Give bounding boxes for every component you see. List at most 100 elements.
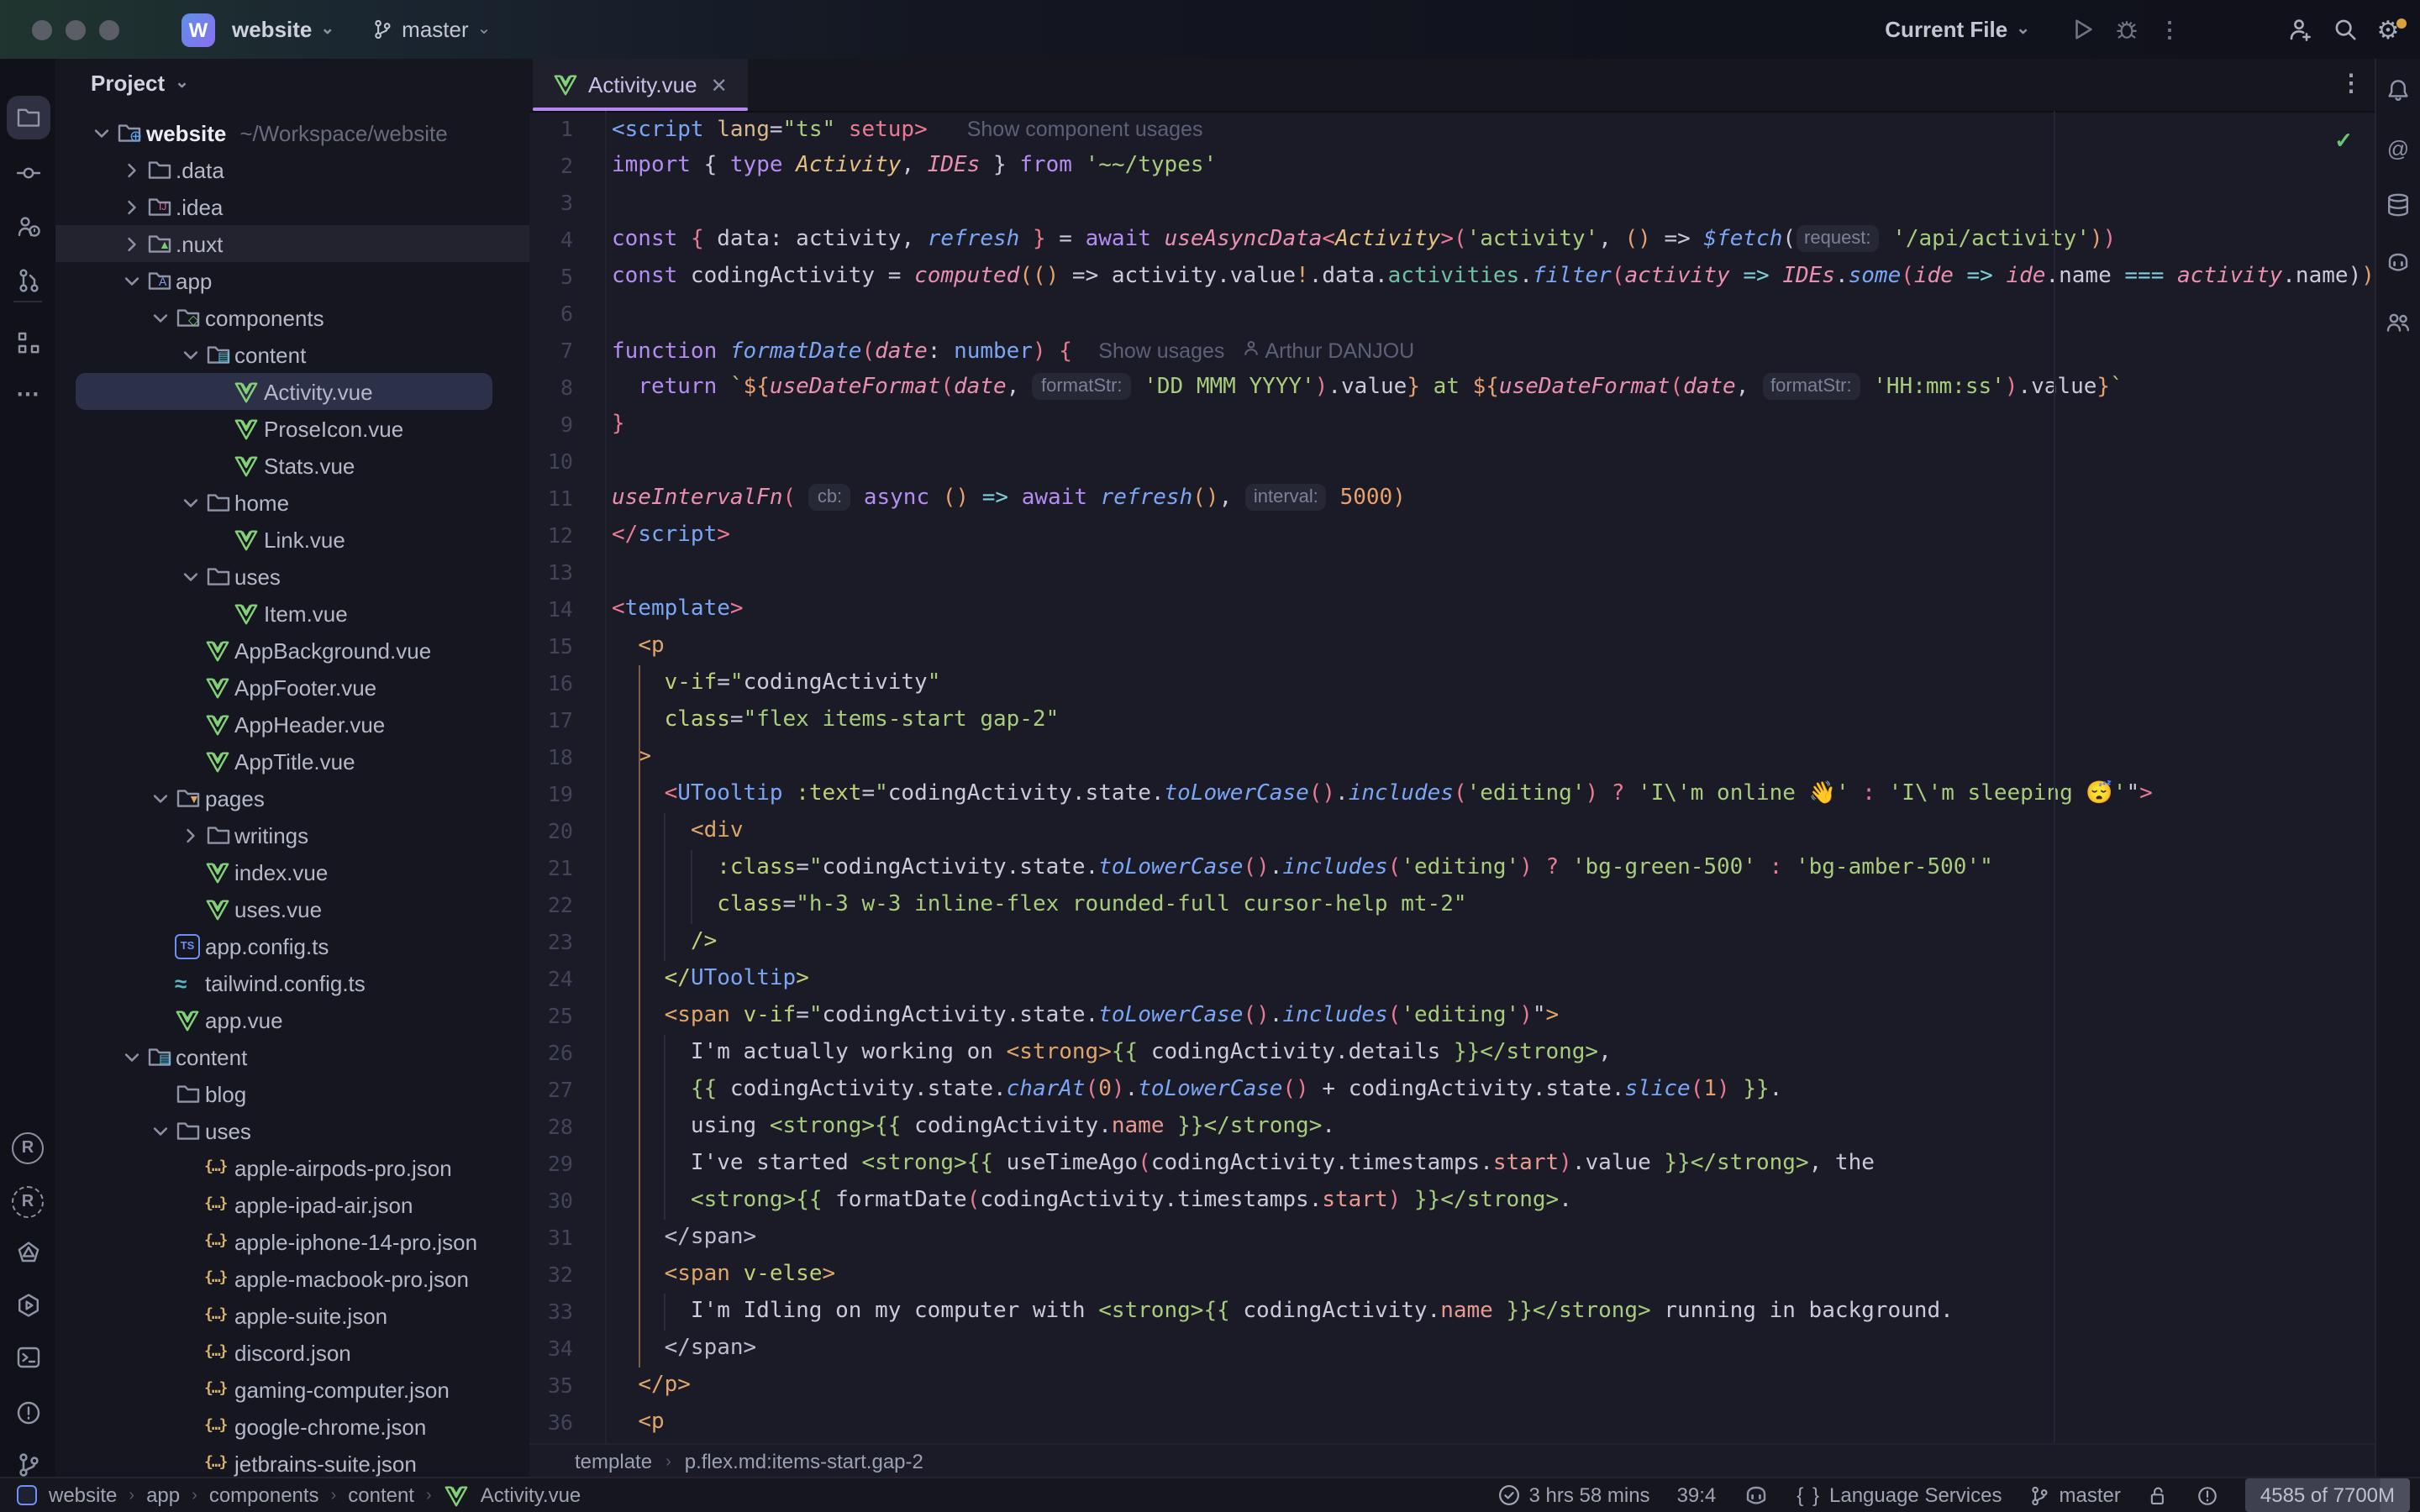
- code-line[interactable]: 30 <strong>{{ formatDate(codingActivity.…: [529, 1183, 2376, 1220]
- line-number[interactable]: 6: [529, 296, 573, 333]
- project-panel-header[interactable]: Project ⌄: [55, 64, 189, 101]
- tab-options-icon[interactable]: ⋮: [2339, 69, 2363, 97]
- code-line[interactable]: 15 <p: [529, 628, 2376, 665]
- status-path-segment[interactable]: content: [348, 1483, 414, 1507]
- code-vision-hint[interactable]: Arthur DANJOU: [1265, 339, 1414, 363]
- line-number[interactable]: 8: [529, 370, 573, 407]
- line-number[interactable]: 1: [529, 111, 573, 148]
- tree-item-pages[interactable]: ▼pages: [55, 780, 529, 816]
- code-line[interactable]: 36 <p: [529, 1404, 2376, 1441]
- code-line[interactable]: 31 </span>: [529, 1220, 2376, 1257]
- chevron-down-icon[interactable]: [146, 308, 175, 327]
- breadcrumb-item[interactable]: template: [575, 1450, 652, 1473]
- code-line[interactable]: 2import { type Activity, IDEs } from '~~…: [529, 148, 2376, 185]
- line-number[interactable]: 10: [529, 444, 573, 480]
- tree-item-tailwind-config-ts[interactable]: ≈tailwind.config.ts: [55, 964, 529, 1001]
- more-icon[interactable]: ⋮: [2148, 16, 2191, 43]
- memory-indicator[interactable]: 4585 of 7700M: [2245, 1478, 2410, 1512]
- window-close-button[interactable]: [32, 19, 52, 39]
- line-number[interactable]: 15: [529, 628, 573, 665]
- code-line[interactable]: 32 <span v-else>: [529, 1257, 2376, 1294]
- git-branch-widget[interactable]: master: [2029, 1483, 2121, 1507]
- chevron-down-icon[interactable]: [146, 1121, 175, 1140]
- line-number[interactable]: 13: [529, 554, 573, 591]
- tree-item-appfooter-vue[interactable]: AppFooter.vue: [55, 669, 529, 706]
- line-number[interactable]: 21: [529, 850, 573, 887]
- pull-requests-icon[interactable]: [0, 257, 55, 304]
- tree-item-apple-suite-json[interactable]: {…}apple-suite.json: [55, 1297, 529, 1334]
- run-hexagon-icon[interactable]: [0, 1282, 55, 1329]
- line-number[interactable]: 34: [529, 1331, 573, 1368]
- tree-item-proseicon-vue[interactable]: ProseIcon.vue: [55, 410, 529, 447]
- tree-item-index-vue[interactable]: index.vue: [55, 853, 529, 890]
- vcs-widget[interactable]: master ⌄: [371, 17, 491, 42]
- code-line[interactable]: 17 class="flex items-start gap-2": [529, 702, 2376, 739]
- line-number[interactable]: 9: [529, 407, 573, 444]
- time-tracker-widget[interactable]: 3 hrs 58 mins: [1497, 1483, 1650, 1507]
- close-icon[interactable]: ✕: [711, 73, 728, 97]
- tree-item-appbackground-vue[interactable]: AppBackground.vue: [55, 632, 529, 669]
- run-configuration-selector[interactable]: Current File⌄: [1885, 17, 2030, 42]
- project-icon[interactable]: [0, 94, 55, 141]
- status-breadcrumb[interactable]: website›app›components›content›Activity.…: [17, 1483, 581, 1508]
- code-line[interactable]: 26 I'm actually working on <strong>{{ co…: [529, 1035, 2376, 1072]
- tree-item-app-config-ts[interactable]: TSapp.config.ts: [55, 927, 529, 964]
- line-number[interactable]: 33: [529, 1294, 573, 1331]
- rider-icon[interactable]: R: [0, 1178, 55, 1225]
- line-number[interactable]: 11: [529, 480, 573, 517]
- tree-item-app[interactable]: Aapp: [55, 262, 529, 299]
- line-number[interactable]: 31: [529, 1220, 573, 1257]
- line-number[interactable]: 17: [529, 702, 573, 739]
- structure-icon[interactable]: [0, 319, 55, 366]
- tree-item-jetbrains-suite-json[interactable]: {…}jetbrains-suite.json: [55, 1445, 529, 1478]
- chevron-down-icon[interactable]: [176, 345, 204, 364]
- code-line[interactable]: 5const codingActivity = computed(() => a…: [529, 259, 2376, 296]
- code-editor[interactable]: 1<script lang="ts" setup> Show component…: [529, 111, 2376, 1445]
- code-vision-hint[interactable]: Show component usages: [967, 118, 1203, 141]
- line-number[interactable]: 2: [529, 148, 573, 185]
- tree-item-content[interactable]: ▤content: [55, 336, 529, 373]
- code-line[interactable]: 20 <div: [529, 813, 2376, 850]
- code-line[interactable]: 34 </span>: [529, 1331, 2376, 1368]
- tree-item-apple-iphone-14-pro-json[interactable]: {…}apple-iphone-14-pro.json: [55, 1223, 529, 1260]
- code-line[interactable]: 35 </p>: [529, 1368, 2376, 1404]
- tree-item-apptitle-vue[interactable]: AppTitle.vue: [55, 743, 529, 780]
- tree-item-content[interactable]: ▤content: [55, 1038, 529, 1075]
- line-number[interactable]: 20: [529, 813, 573, 850]
- settings-icon[interactable]: ⚙: [2366, 14, 2410, 45]
- code-line[interactable]: 4const { data: activity, refresh } = awa…: [529, 222, 2376, 259]
- tree-item-apple-airpods-pro-json[interactable]: {…}apple-airpods-pro.json: [55, 1149, 529, 1186]
- chevron-right-icon[interactable]: [117, 197, 145, 216]
- tree-item-apple-macbook-pro-json[interactable]: {…}apple-macbook-pro.json: [55, 1260, 529, 1297]
- code-line[interactable]: 28 using <strong>{{ codingActivity.name …: [529, 1109, 2376, 1146]
- resharper-icon[interactable]: R: [0, 1124, 55, 1171]
- more-icon[interactable]: ⋯: [0, 370, 55, 417]
- project-widget[interactable]: website ⌄: [232, 17, 334, 42]
- line-number[interactable]: 22: [529, 887, 573, 924]
- caret-position-widget[interactable]: 39:4: [1677, 1483, 1717, 1507]
- chevron-down-icon[interactable]: [87, 123, 116, 142]
- tree-item-activity-vue[interactable]: Activity.vue: [55, 373, 529, 410]
- problems-icon[interactable]: [0, 1389, 55, 1436]
- window-minimize-button[interactable]: [66, 19, 86, 39]
- chevron-down-icon[interactable]: [176, 567, 204, 585]
- line-number[interactable]: 7: [529, 333, 573, 370]
- tree-item-discord-json[interactable]: {…}discord.json: [55, 1334, 529, 1371]
- code-line[interactable]: 19 <UTooltip :text="codingActivity.state…: [529, 776, 2376, 813]
- line-number[interactable]: 25: [529, 998, 573, 1035]
- language-services-widget[interactable]: { } Language Services: [1797, 1483, 2002, 1507]
- code-line[interactable]: 18 >: [529, 739, 2376, 776]
- code-line[interactable]: 12</script>: [529, 517, 2376, 554]
- code-line[interactable]: 10: [529, 444, 2376, 480]
- debug-icon[interactable]: [2104, 17, 2148, 42]
- tree-item-uses[interactable]: uses: [55, 558, 529, 595]
- status-path-segment[interactable]: website: [49, 1483, 117, 1507]
- code-vision-hint[interactable]: Show usages: [1098, 339, 1224, 363]
- chevron-right-icon[interactable]: [176, 826, 204, 844]
- line-number[interactable]: 26: [529, 1035, 573, 1072]
- chevron-down-icon[interactable]: [117, 271, 145, 290]
- code-line[interactable]: 1<script lang="ts" setup> Show component…: [529, 111, 2376, 148]
- breadcrumb-item[interactable]: p.flex.md:items-start.gap-2: [685, 1450, 923, 1473]
- copilot-icon[interactable]: [1743, 1482, 1770, 1509]
- tab-activity-vue[interactable]: Activity.vue ✕: [533, 59, 748, 111]
